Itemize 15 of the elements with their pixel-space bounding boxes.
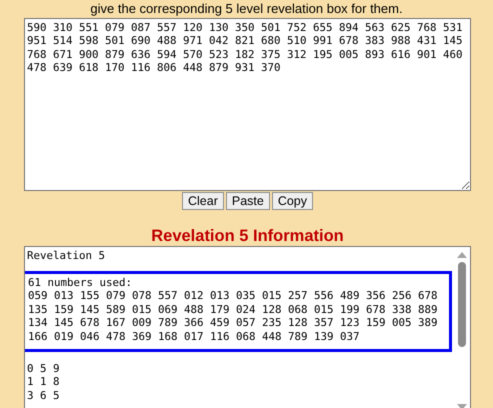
instructions-text: give the corresponding 5 level revelation box for them. [89, 1, 404, 16]
action-button[interactable]: Clear [182, 192, 224, 210]
output-line: Revelation 5 [27, 249, 106, 263]
action-button[interactable]: Copy [272, 192, 314, 210]
output-line: 1 1 8 [27, 375, 61, 389]
numbers-line: 166 019 046 478 369 168 017 116 068 448 789 139 037 [28, 330, 361, 344]
numbers-line: 134 145 678 167 009 789 366 459 057 235 128 357 123 159 005 389 [28, 316, 439, 330]
input-field[interactable]: 590 310 551 079 087 557 120 130 350 501 752 655 894 563 625 768 531 951 514 598 501 690 488 971 042 821 680 510 991 678 383 988 431 145 768 671 900 879 636 594 570 523 182 375 312 195 005 893 616 901 460 478 639 618 170 116 806 448 879 931 370 [24, 18, 471, 191]
numbers-used-label: 61 numbers used: [28, 276, 134, 290]
numbers-line: 135 159 145 589 015 069 488 179 024 128 068 015 199 678 338 889 [28, 302, 439, 316]
output-line: 3 6 5 [27, 388, 61, 402]
section-heading: Revelation 5 Information [150, 227, 345, 246]
numbers-line: 059 013 155 079 078 557 012 013 035 015 257 556 489 356 256 678 [28, 289, 439, 303]
action-button[interactable]: Paste [226, 192, 270, 210]
output-line: 0 5 9 [27, 362, 61, 376]
